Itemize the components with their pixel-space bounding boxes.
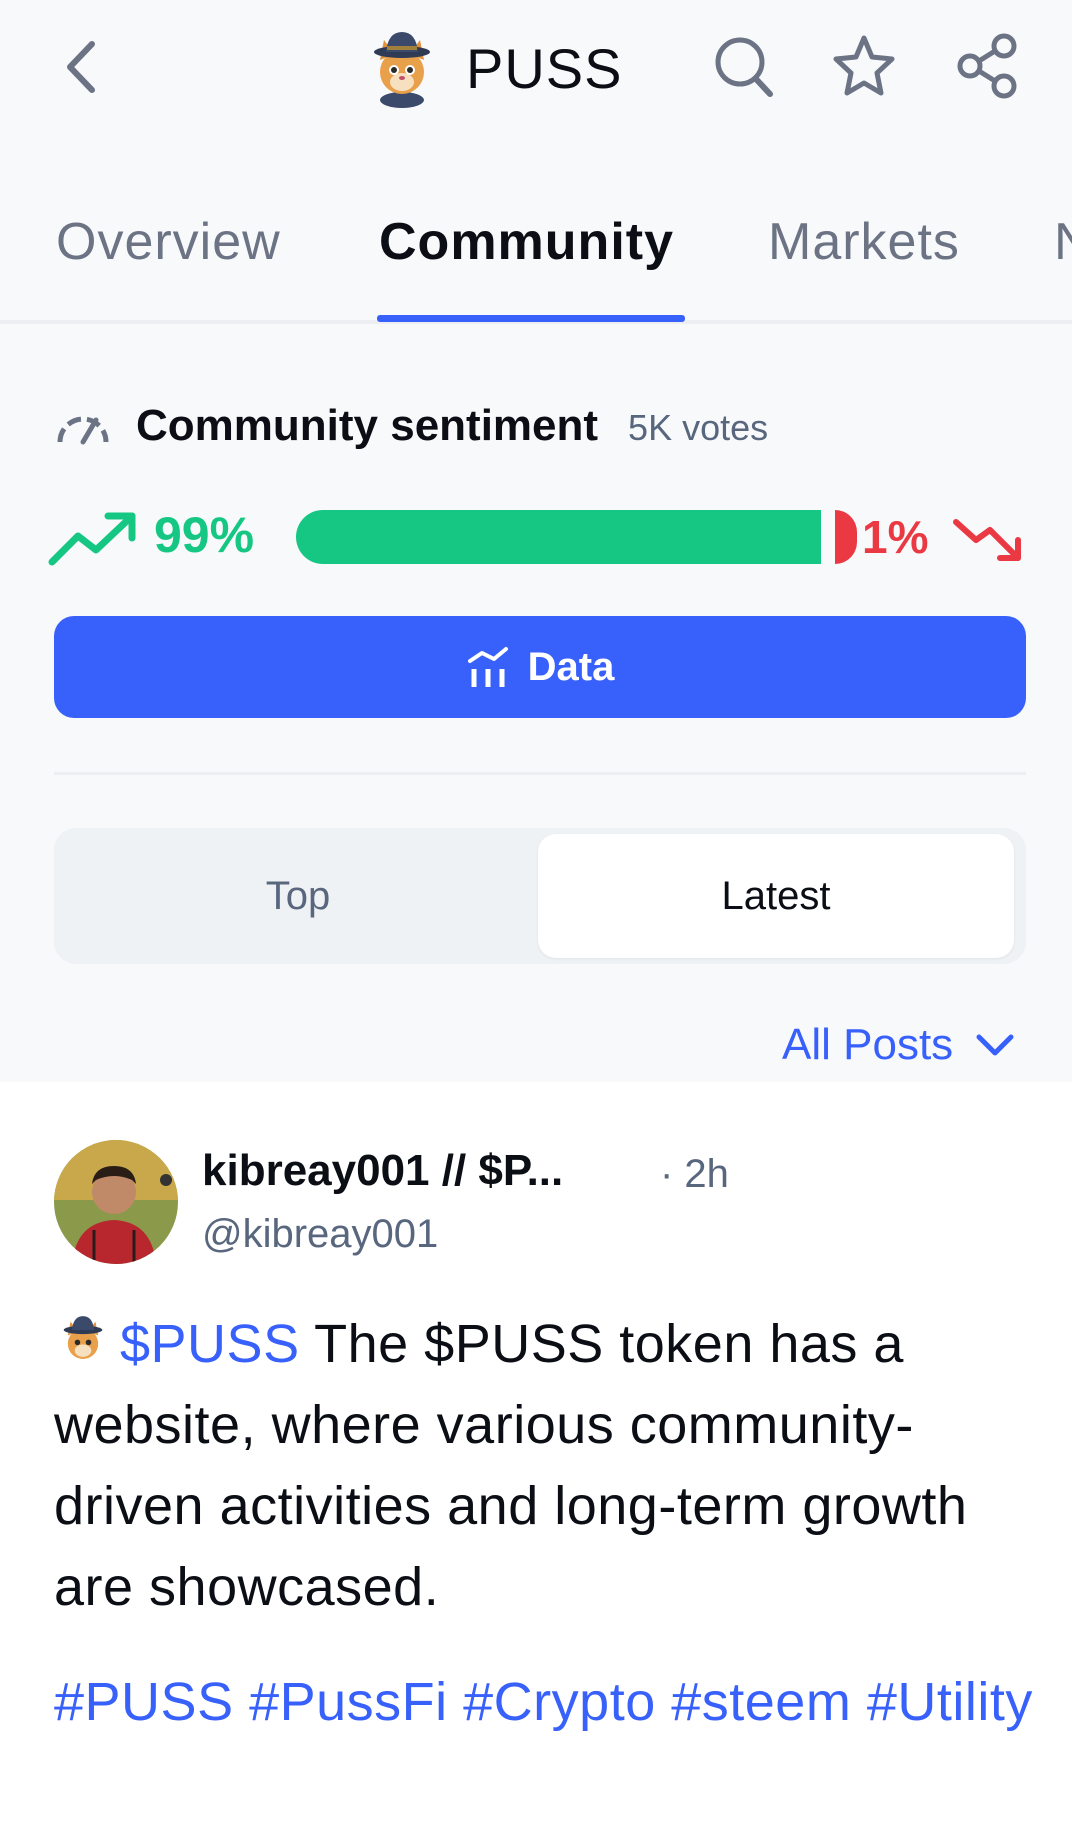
post-hashtags[interactable]: #PUSS #PussFi #Crypto #steem #Utility <box>54 1662 1034 1743</box>
avatar[interactable] <box>54 1140 178 1264</box>
star-icon[interactable] <box>832 32 896 100</box>
sort-latest-option[interactable]: Latest <box>538 834 1014 958</box>
post-time: · 2h <box>660 1152 729 1196</box>
tab-community[interactable]: Community <box>379 212 674 272</box>
search-icon[interactable] <box>712 32 776 100</box>
token-header: PUSS <box>360 26 623 110</box>
chevron-down-icon <box>976 1034 1014 1056</box>
data-button[interactable]: Data <box>54 616 1026 718</box>
trending-up-icon <box>48 512 136 566</box>
active-tab-indicator <box>377 315 685 322</box>
token-logo-icon <box>374 32 430 108</box>
gauge-icon <box>57 416 109 445</box>
tab-markets[interactable]: Markets <box>768 212 960 272</box>
trending-down-icon <box>953 519 1021 561</box>
post-author[interactable]: kibreay001 // $P... <box>202 1146 563 1196</box>
sentiment-header: Community sentiment 5K votes <box>56 396 768 456</box>
bearish-bar <box>835 510 857 564</box>
sort-top-option[interactable]: Top <box>60 834 536 958</box>
top-bar: PUSS <box>0 0 1072 140</box>
sort-toggle: Top Latest <box>54 828 1026 964</box>
tab-overview[interactable]: Overview <box>56 212 281 272</box>
token-title: PUSS <box>466 36 623 100</box>
bullish-percent: 99% <box>154 507 255 563</box>
bullish-bar <box>296 510 821 564</box>
chevron-left-icon[interactable] <box>58 38 106 96</box>
posts-filter-dropdown[interactable]: All Posts <box>782 1020 1015 1070</box>
chart-icon <box>467 647 508 687</box>
bearish-percent: 1% <box>862 511 929 563</box>
post-card: kibreay001 // $P... · 2h @kibreay001 $PU… <box>0 1082 1072 1838</box>
post-cashtag[interactable]: $PUSS <box>120 1314 300 1374</box>
tab-news[interactable]: N <box>1054 212 1072 272</box>
filter-label: All Posts <box>782 1020 954 1069</box>
sentiment-title: Community sentiment <box>136 401 599 450</box>
vote-count: 5K votes <box>628 407 769 448</box>
post-handle[interactable]: @kibreay001 <box>202 1212 438 1257</box>
share-icon[interactable] <box>956 32 1020 100</box>
divider <box>54 772 1026 775</box>
sentiment-bar-row: 99% 1% <box>48 500 1028 580</box>
tab-bar: Overview Community Markets N <box>0 200 1072 324</box>
post-text: $PUSS The $PUSS token has a website, whe… <box>54 1304 1034 1628</box>
token-logo-icon <box>63 1316 103 1359</box>
data-button-label: Data <box>527 644 615 689</box>
